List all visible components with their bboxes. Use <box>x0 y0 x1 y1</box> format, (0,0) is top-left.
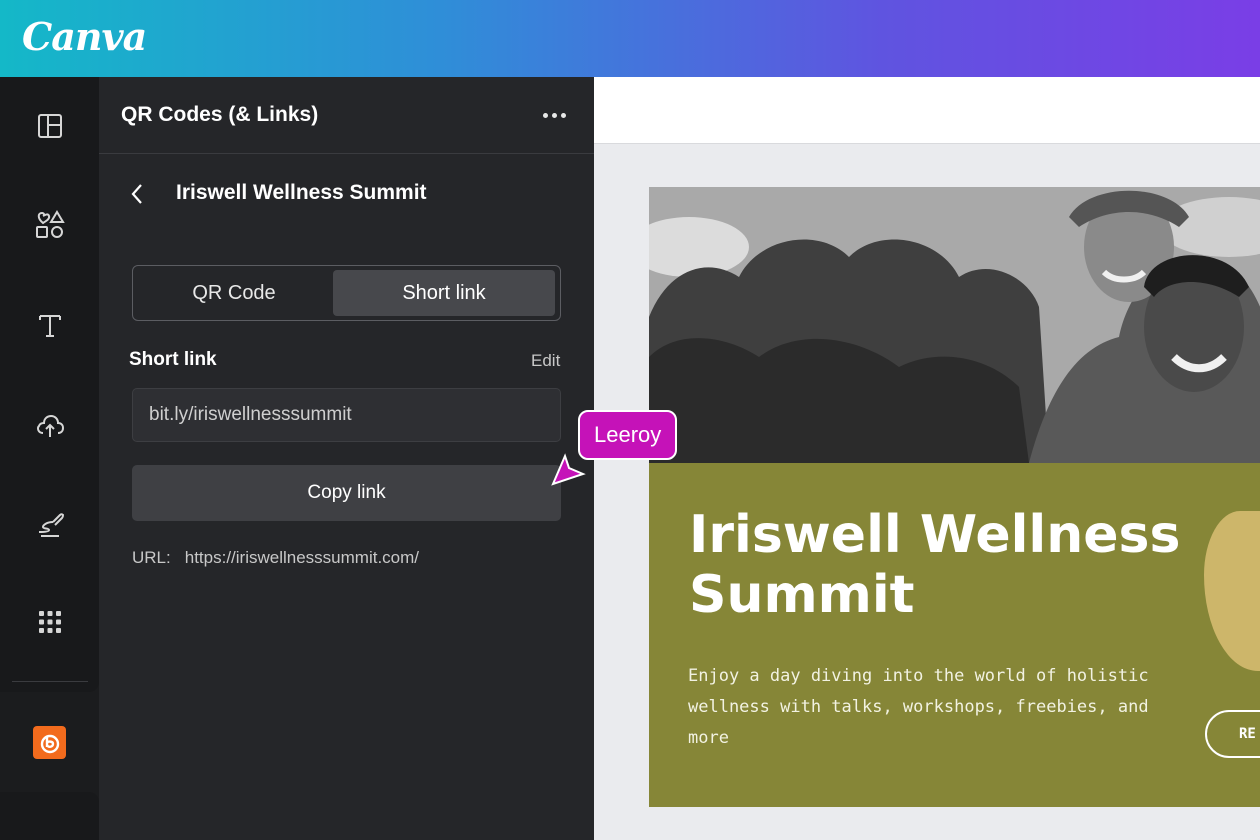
elements-icon <box>36 210 65 238</box>
bitly-icon <box>40 734 59 753</box>
title-block[interactable]: Iriswell Wellness Summit Enjoy a day div… <box>649 463 1260 807</box>
more-dots-icon <box>542 112 548 118</box>
canvas-toolbar <box>594 77 1260 144</box>
qr-codes-panel: QR Codes (& Links) Iriswell Wellness Sum… <box>99 77 594 840</box>
panel-title: QR Codes (& Links) <box>121 103 319 126</box>
layout-icon <box>38 114 62 138</box>
short-link-label: Short link <box>129 349 217 370</box>
text-icon <box>39 315 61 337</box>
copy-link-button[interactable]: Copy link <box>132 465 561 521</box>
chevron-left-icon <box>131 184 142 204</box>
rail-draw-button[interactable] <box>24 497 76 549</box>
project-title: Iriswell Wellness Summit <box>176 181 427 204</box>
collaborator-name-tag: Leeroy <box>578 410 678 460</box>
tab-qr-code[interactable]: QR Code <box>137 270 331 316</box>
more-options-button[interactable] <box>537 105 571 125</box>
design-page[interactable]: Iriswell Wellness Summit Enjoy a day div… <box>649 187 1260 807</box>
canva-editor: Canva QR Codes (& Links) Iriswell Wellne… <box>0 0 1260 840</box>
rail-elements-button[interactable] <box>24 199 76 251</box>
top-bar: Canva <box>0 0 1260 77</box>
edit-link-button[interactable]: Edit <box>531 351 560 371</box>
short-link-input[interactable] <box>132 388 561 442</box>
url-value[interactable]: https://iriswellnesssummit.com/ <box>185 548 419 568</box>
rail-divider <box>12 681 88 682</box>
back-button[interactable] <box>125 181 149 207</box>
bitly-app-button[interactable] <box>33 726 66 759</box>
url-row: URL: https://iriswellnesssummit.com/ <box>132 548 419 568</box>
url-label: URL: <box>132 548 171 567</box>
apps-grid-icon <box>39 611 61 633</box>
tab-short-link[interactable]: Short link <box>333 270 555 316</box>
register-button[interactable]: RE <box>1205 710 1260 758</box>
rail-apps-button[interactable] <box>24 596 76 648</box>
draw-icon <box>38 513 65 537</box>
editor-canvas[interactable]: Iriswell Wellness Summit Enjoy a day div… <box>594 77 1260 840</box>
panel-header: QR Codes (& Links) <box>99 77 594 154</box>
hero-photo[interactable] <box>649 187 1260 463</box>
rail-bottom <box>0 792 99 840</box>
mode-toggle: QR Code Short link <box>132 265 561 321</box>
design-title[interactable]: Iriswell Wellness Summit <box>689 505 1189 625</box>
upload-icon <box>37 414 65 437</box>
rail-uploads-button[interactable] <box>24 399 76 451</box>
left-rail <box>0 77 99 692</box>
decorative-shape <box>1204 511 1260 671</box>
rail-text-button[interactable] <box>24 299 76 351</box>
canva-logo[interactable]: Canva <box>22 14 147 59</box>
design-description[interactable]: Enjoy a day diving into the world of hol… <box>688 661 1158 754</box>
hero-photo-illustration <box>649 187 1260 463</box>
rail-design-button[interactable] <box>24 100 76 152</box>
